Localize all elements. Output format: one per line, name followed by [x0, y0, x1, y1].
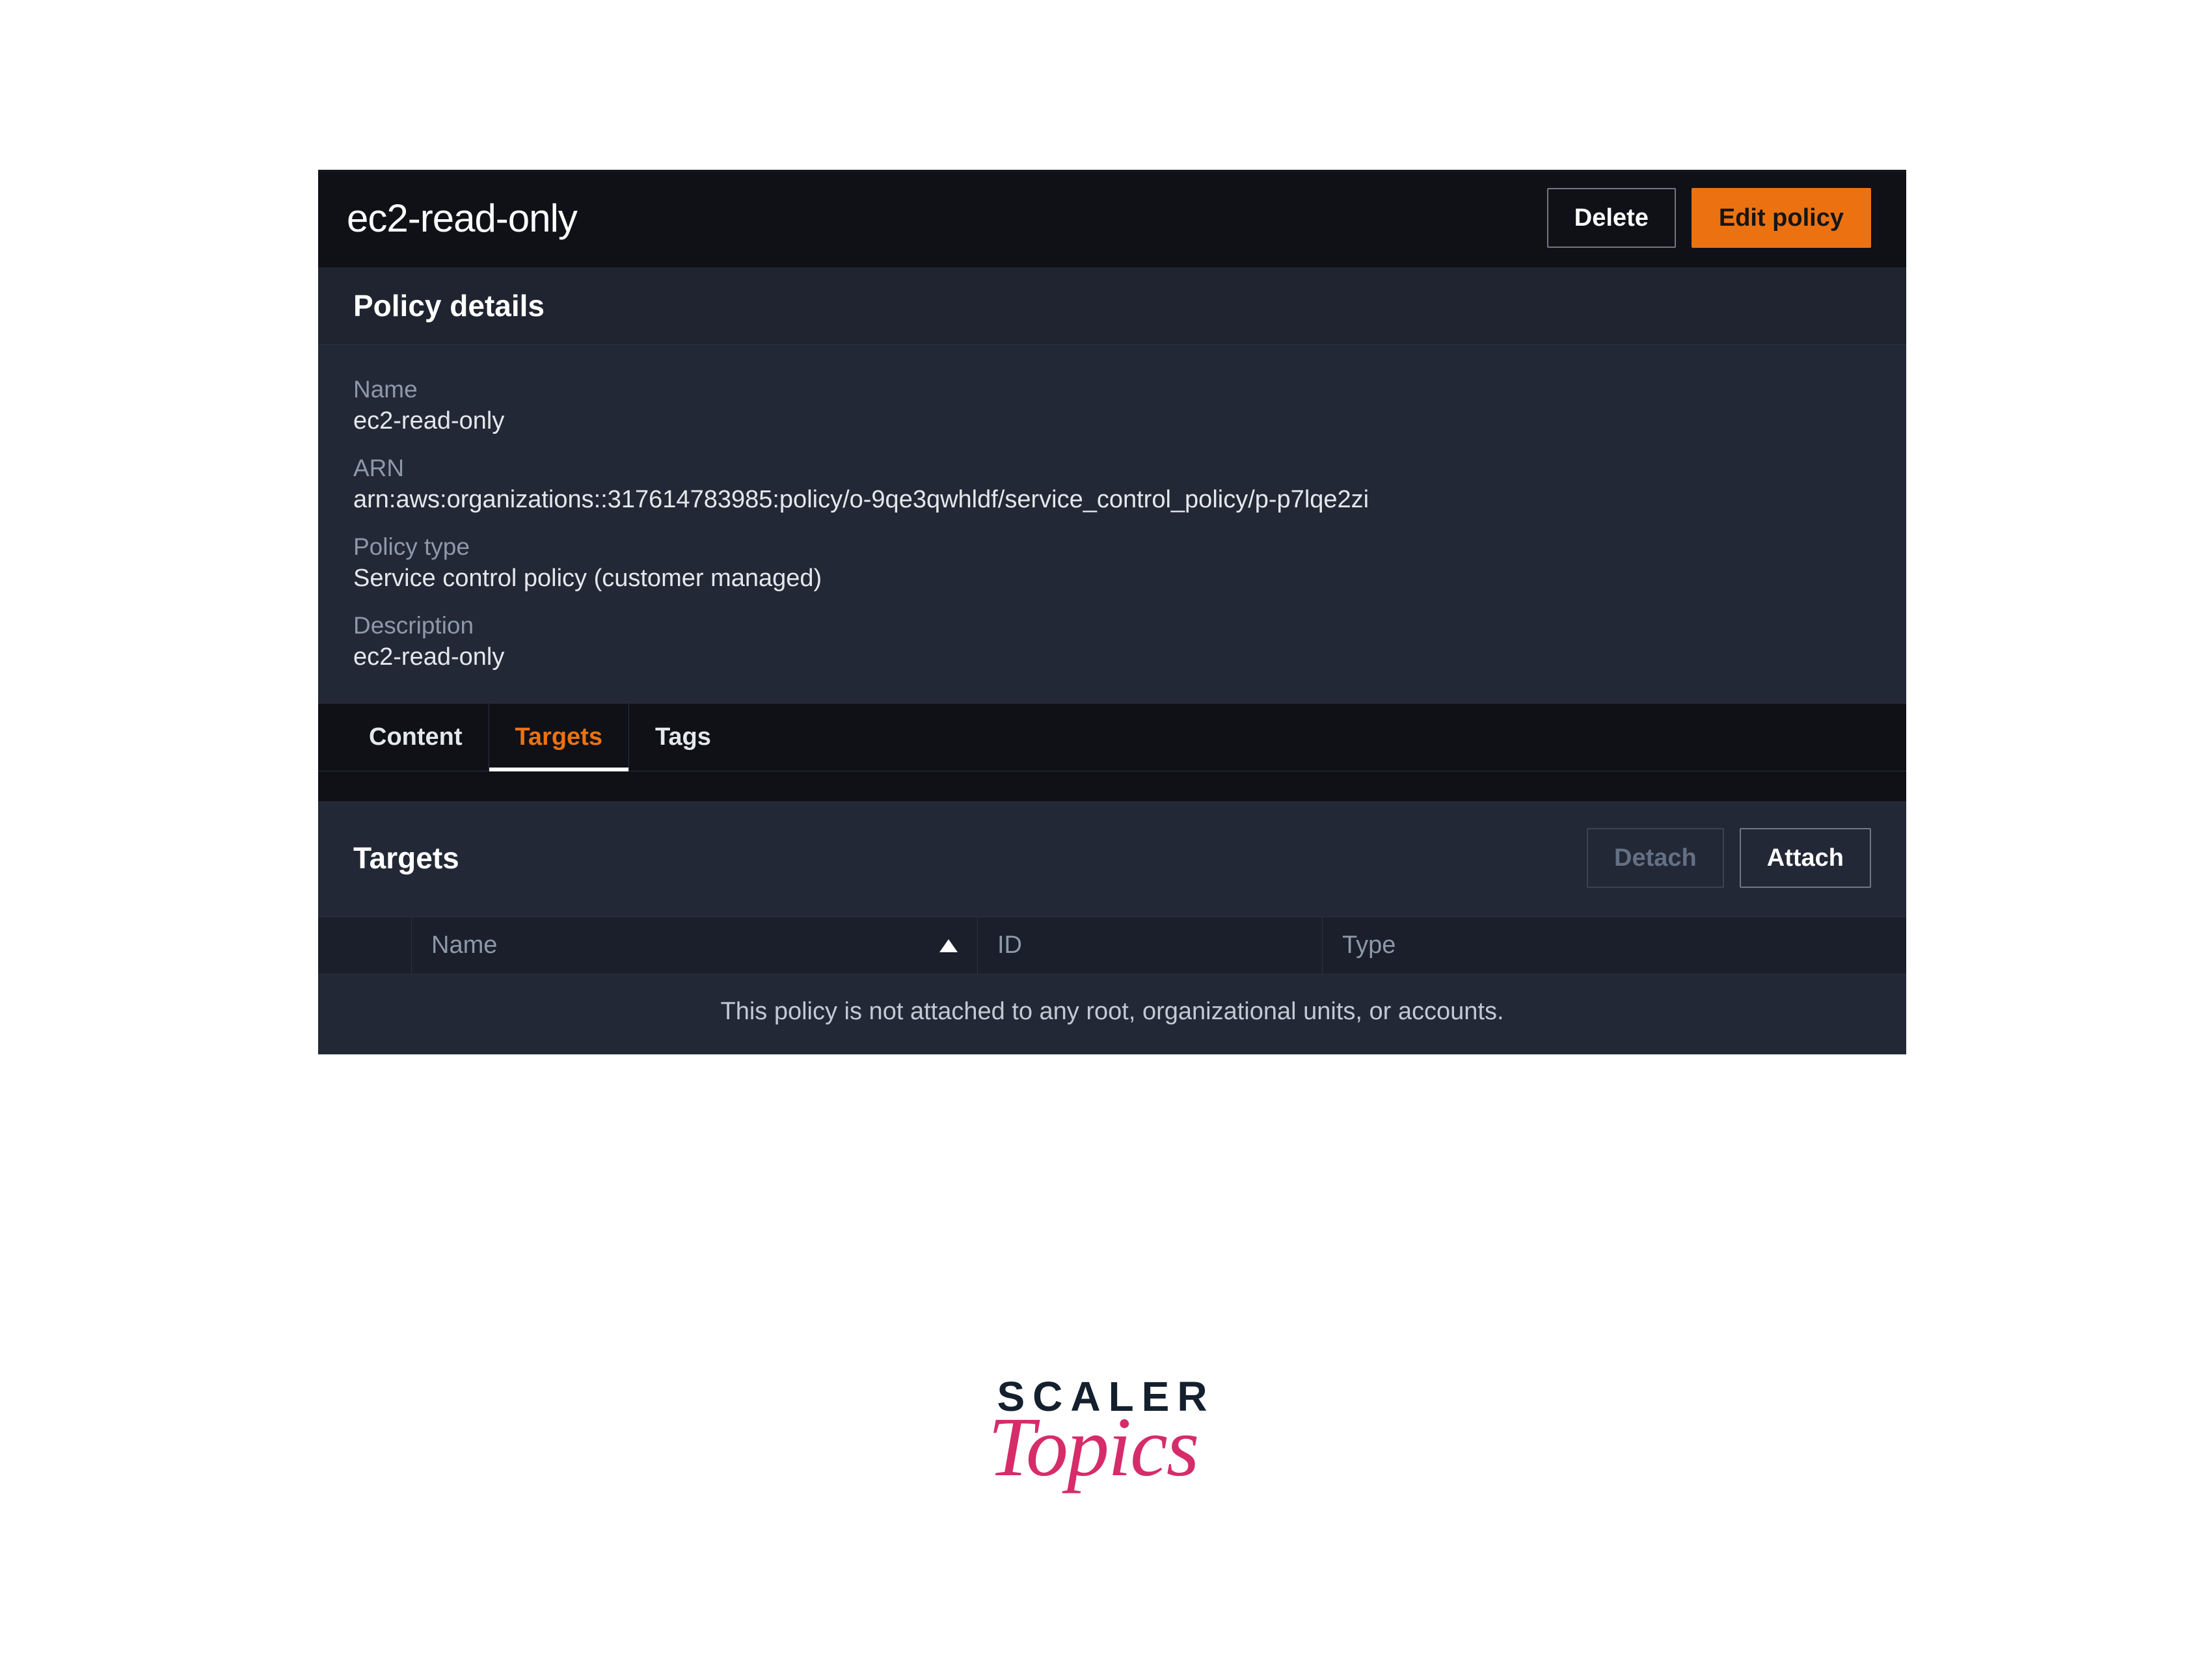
targets-header: Targets Detach Attach	[318, 802, 1906, 917]
detail-arn-value: arn:aws:organizations::317614783985:poli…	[353, 486, 1871, 514]
brand-logo: SCALER Topics	[997, 1372, 1215, 1496]
policy-details-body: Name ec2-read-only ARN arn:aws:organizat…	[318, 345, 1906, 704]
policy-details-header: Policy details	[318, 267, 1906, 345]
col-name[interactable]: Name	[412, 917, 978, 974]
policy-details-panel: Policy details Name ec2-read-only ARN ar…	[318, 267, 1906, 704]
col-id[interactable]: ID	[978, 917, 1323, 974]
detail-policy-type: Policy type Service control policy (cust…	[353, 533, 1871, 593]
header-actions: Delete Edit policy	[1547, 188, 1871, 248]
targets-table: Name ID Type This policy is not attached…	[318, 917, 1906, 1054]
detail-name: Name ec2-read-only	[353, 376, 1871, 435]
detail-arn-label: ARN	[353, 455, 1871, 482]
targets-title: Targets	[353, 840, 459, 876]
targets-table-head: Name ID Type	[318, 917, 1906, 974]
detail-arn: ARN arn:aws:organizations::317614783985:…	[353, 455, 1871, 514]
detail-policy-type-label: Policy type	[353, 533, 1871, 561]
attach-button[interactable]: Attach	[1740, 828, 1871, 888]
tab-targets[interactable]: Targets	[489, 704, 629, 771]
col-name-label: Name	[431, 931, 497, 959]
page-title: ec2-read-only	[347, 196, 577, 241]
targets-section: Targets Detach Attach Name ID Type T	[318, 801, 1906, 1054]
detail-description: Description ec2-read-only	[353, 612, 1871, 671]
targets-actions: Detach Attach	[1587, 828, 1871, 888]
detail-description-value: ec2-read-only	[353, 643, 1871, 671]
edit-policy-button[interactable]: Edit policy	[1692, 188, 1871, 248]
targets-empty-message: This policy is not attached to any root,…	[318, 974, 1906, 1054]
brand-topics-text: Topics	[971, 1398, 1215, 1496]
sort-asc-icon	[939, 939, 958, 952]
tab-content[interactable]: Content	[343, 704, 489, 771]
tabs: Content Targets Tags	[318, 704, 1906, 771]
detach-button: Detach	[1587, 828, 1724, 888]
col-select	[353, 917, 412, 974]
detail-description-label: Description	[353, 612, 1871, 639]
page-header: ec2-read-only Delete Edit policy	[318, 172, 1906, 267]
delete-button[interactable]: Delete	[1547, 188, 1676, 248]
detail-policy-type-value: Service control policy (customer managed…	[353, 565, 1871, 593]
col-type[interactable]: Type	[1323, 917, 1871, 974]
tab-tags[interactable]: Tags	[629, 704, 737, 771]
detail-name-label: Name	[353, 376, 1871, 403]
col-id-label: ID	[997, 931, 1022, 959]
detail-name-value: ec2-read-only	[353, 407, 1871, 435]
policy-details-title: Policy details	[353, 288, 1871, 323]
policy-console: ec2-read-only Delete Edit policy Policy …	[318, 170, 1906, 1054]
col-type-label: Type	[1342, 931, 1396, 959]
